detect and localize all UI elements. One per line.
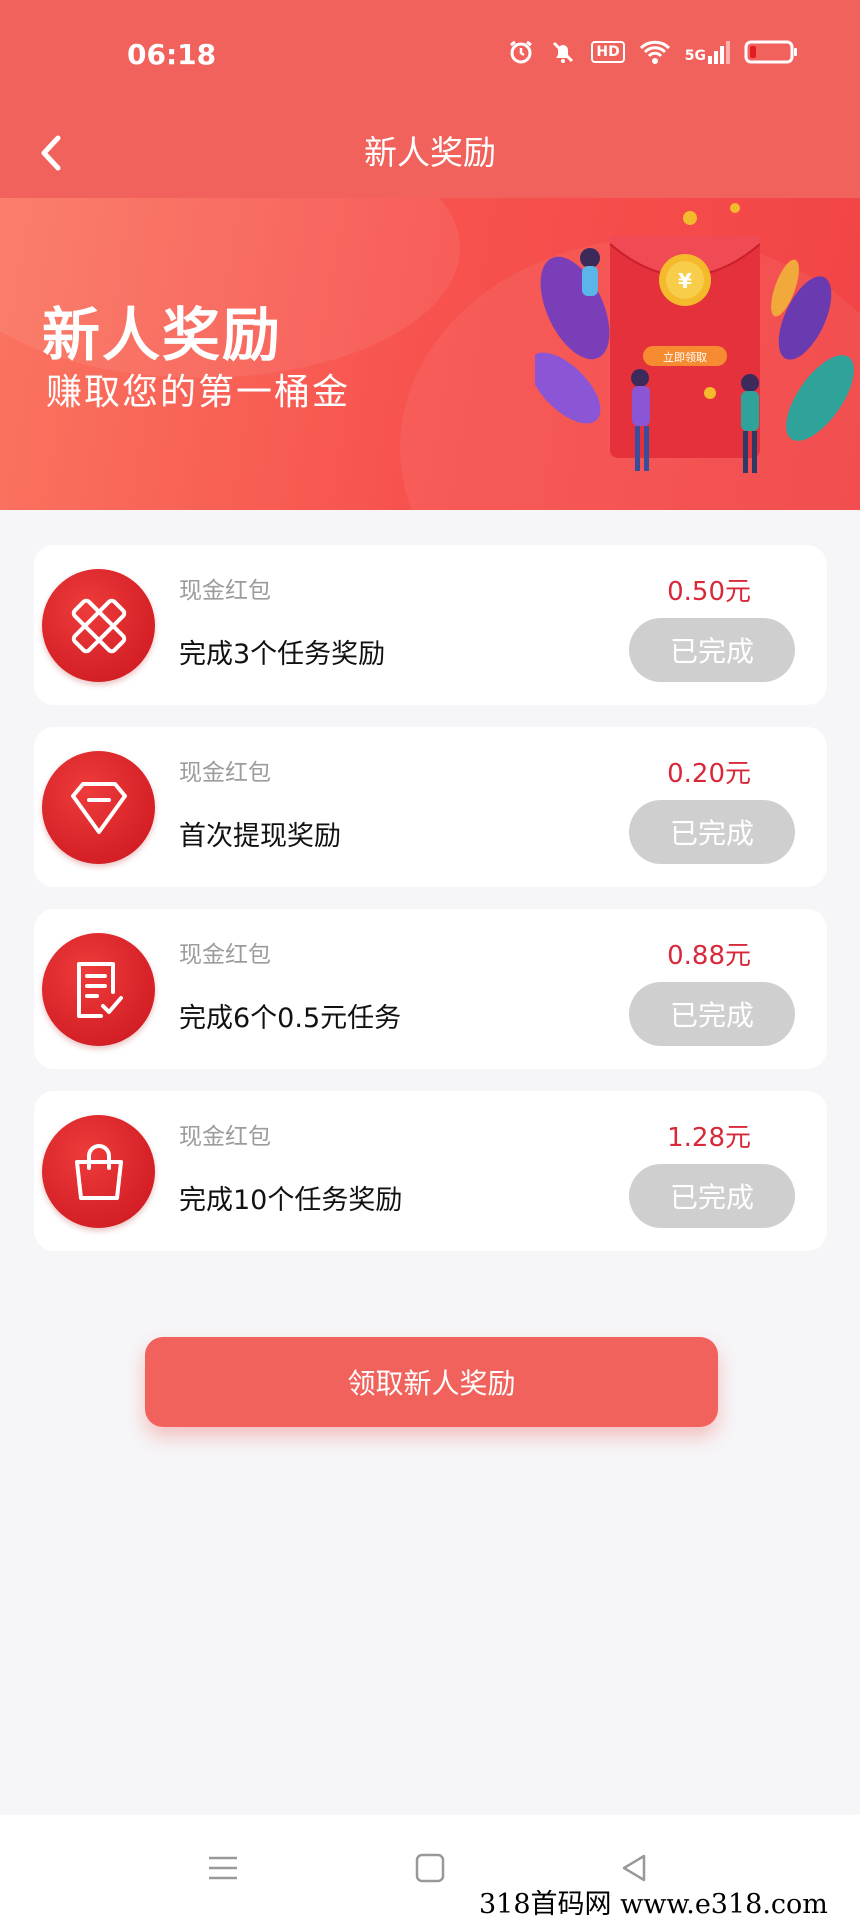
reward-card: 现金红包 首次提现奖励 0.20元 已完成 xyxy=(34,727,827,887)
mute-bell-icon xyxy=(549,38,577,66)
reward-amount: 0.50元 xyxy=(667,577,751,607)
reward-amount: 1.28元 xyxy=(667,1123,751,1153)
back-triangle-icon xyxy=(622,1854,646,1882)
hd-badge: HD xyxy=(591,41,625,63)
alarm-icon xyxy=(507,38,535,66)
shopping-bag-icon xyxy=(42,1115,155,1228)
diamond-icon xyxy=(42,751,155,864)
watermark: 318首码网 www.e318.com xyxy=(473,1882,834,1920)
battery-icon xyxy=(744,39,798,65)
page-title: 新人奖励 xyxy=(364,133,496,172)
red-envelope-illustration-icon: ¥ 立即领取 xyxy=(535,203,854,473)
cell-signal-icon: 5G xyxy=(685,40,730,64)
home-square-icon xyxy=(415,1853,445,1883)
reward-card: 现金红包 完成10个任务奖励 1.28元 已完成 xyxy=(34,1091,827,1251)
banner-subtitle: 赚取您的第一桶金 xyxy=(46,372,351,413)
completed-button[interactable]: 已完成 xyxy=(629,1164,795,1228)
reward-amount: 0.88元 xyxy=(667,941,751,971)
reward-card: 现金红包 完成3个任务奖励 0.50元 已完成 xyxy=(34,545,827,705)
status-icons: HD 5G xyxy=(507,38,798,66)
reward-category: 现金红包 xyxy=(179,1124,271,1150)
reward-category: 现金红包 xyxy=(179,942,271,968)
menu-button[interactable] xyxy=(203,1848,243,1888)
reward-title: 完成6个0.5元任务 xyxy=(179,1003,402,1034)
reward-title: 完成3个任务奖励 xyxy=(179,639,386,670)
illustration-button-text: 立即领取 xyxy=(663,350,707,364)
reward-card: 现金红包 完成6个0.5元任务 0.88元 已完成 xyxy=(34,909,827,1069)
completed-button[interactable]: 已完成 xyxy=(629,982,795,1046)
tools-icon xyxy=(42,569,155,682)
reward-amount: 0.20元 xyxy=(667,759,751,789)
completed-button[interactable]: 已完成 xyxy=(629,618,795,682)
reward-title: 首次提现奖励 xyxy=(179,821,341,852)
home-button[interactable] xyxy=(410,1848,450,1888)
reward-category: 现金红包 xyxy=(179,760,271,786)
document-check-icon xyxy=(42,933,155,1046)
wifi-icon xyxy=(639,39,671,65)
network-type: 5G xyxy=(684,48,706,64)
menu-icon xyxy=(209,1856,237,1880)
status-bar: 06:18 HD 5G xyxy=(0,0,860,110)
completed-button[interactable]: 已完成 xyxy=(629,800,795,864)
promo-banner: 新人奖励 赚取您的第一桶金 ¥ 立即领取 xyxy=(0,198,860,510)
claim-reward-button[interactable]: 领取新人奖励 xyxy=(145,1337,718,1427)
svg-text:¥: ¥ xyxy=(678,269,692,293)
nav-bar: 新人奖励 xyxy=(0,110,860,198)
reward-list: 现金红包 完成3个任务奖励 0.50元 已完成 现金红包 首次提现奖励 0.20… xyxy=(34,545,827,1273)
reward-category: 现金红包 xyxy=(179,578,271,604)
reward-title: 完成10个任务奖励 xyxy=(179,1185,403,1216)
status-time: 06:18 xyxy=(127,38,217,71)
banner-title: 新人奖励 xyxy=(42,301,283,369)
